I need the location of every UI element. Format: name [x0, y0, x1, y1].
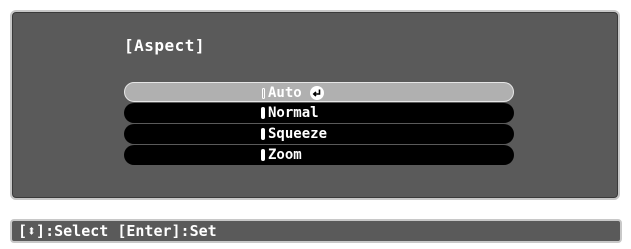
radio-mark-icon: [261, 128, 265, 140]
option-label: Auto: [268, 85, 302, 101]
option-normal[interactable]: Normal: [124, 103, 514, 123]
option-squeeze[interactable]: Squeeze: [124, 124, 514, 144]
option-auto[interactable]: Auto: [124, 82, 514, 102]
radio-mark-icon: [261, 107, 265, 119]
aspect-menu-panel: [Aspect] Auto Normal Squeeze Zoom: [10, 10, 620, 200]
help-bar: [⬍]:Select [Enter]:Set: [10, 219, 622, 243]
menu-title: [Aspect]: [124, 36, 206, 55]
help-text: [⬍]:Select [Enter]:Set: [18, 222, 217, 240]
option-zoom[interactable]: Zoom: [124, 145, 514, 165]
option-label: Normal: [268, 105, 319, 121]
option-label: Squeeze: [268, 126, 328, 142]
enter-icon: [309, 86, 324, 100]
radio-mark-icon: [261, 149, 265, 161]
radio-mark-icon: [262, 87, 265, 99]
option-label: Zoom: [268, 147, 302, 163]
